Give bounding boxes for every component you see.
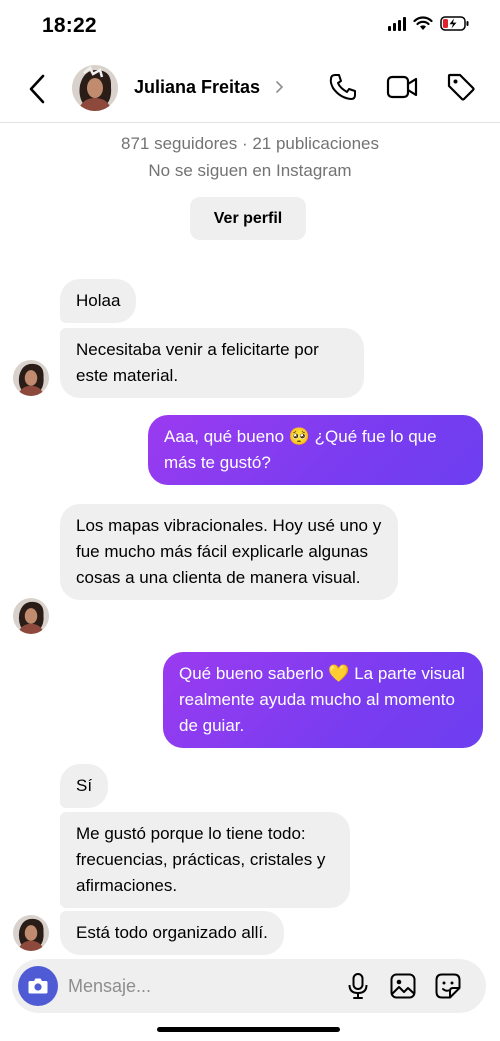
message-received[interactable]: Me gustó porque lo tiene todo: frecuenci… <box>60 812 350 908</box>
message-sent[interactable]: Aaa, qué bueno 🥺 ¿Qué fue lo que más te … <box>148 415 483 485</box>
phone-icon <box>329 74 356 100</box>
tag-icon <box>447 73 475 101</box>
contact-avatar[interactable] <box>72 65 118 111</box>
chevron-left-icon <box>29 74 45 104</box>
profile-stats: 871 seguidores · 21 publicaciones <box>120 134 379 153</box>
video-call-button[interactable] <box>386 72 418 107</box>
wifi-icon <box>413 16 433 30</box>
profile-relation: No se siguen en Instagram <box>148 161 352 180</box>
message-received[interactable]: Los mapas vibracionales. Hoy usé uno y f… <box>60 504 398 600</box>
image-icon <box>390 973 416 999</box>
gallery-button[interactable] <box>389 972 417 1005</box>
status-time: 18:22 <box>42 14 97 37</box>
message-received[interactable]: Holaa <box>60 279 137 323</box>
message-received[interactable]: Necesitaba venir a felicitarte por este … <box>60 328 364 398</box>
tag-button[interactable] <box>446 72 476 107</box>
call-button[interactable] <box>328 72 358 107</box>
contact-avatar-small <box>13 360 49 396</box>
voice-message-button[interactable] <box>346 972 370 1005</box>
back-button[interactable] <box>22 71 54 107</box>
battery-charging-icon <box>440 16 469 31</box>
camera-icon <box>28 978 48 994</box>
contact-avatar-small <box>13 915 49 951</box>
view-profile-button[interactable]: Ver perfil <box>190 197 306 240</box>
profile-summary: 871 seguidores · 21 publicaciones No se … <box>0 130 500 184</box>
status-icons <box>388 16 470 31</box>
message-received[interactable]: Está todo organizado allí. <box>60 911 284 955</box>
sticker-button[interactable] <box>434 972 462 1005</box>
camera-button[interactable] <box>18 966 58 1006</box>
contact-avatar-small <box>13 598 49 634</box>
message-input[interactable] <box>68 959 278 1013</box>
sticker-icon <box>435 973 461 999</box>
message-sent[interactable]: Qué bueno saberlo 💛 La parte visual real… <box>163 652 483 748</box>
contact-name[interactable]: Juliana Freitas <box>134 77 260 98</box>
microphone-icon <box>348 973 368 999</box>
chat-header: Juliana Freitas <box>0 55 500 123</box>
cellular-signal-icon <box>388 16 406 31</box>
message-composer <box>12 959 486 1013</box>
message-received[interactable]: Sí <box>60 764 109 808</box>
chevron-right-icon <box>276 81 284 93</box>
video-camera-icon <box>386 75 418 99</box>
home-indicator[interactable] <box>157 1027 340 1032</box>
